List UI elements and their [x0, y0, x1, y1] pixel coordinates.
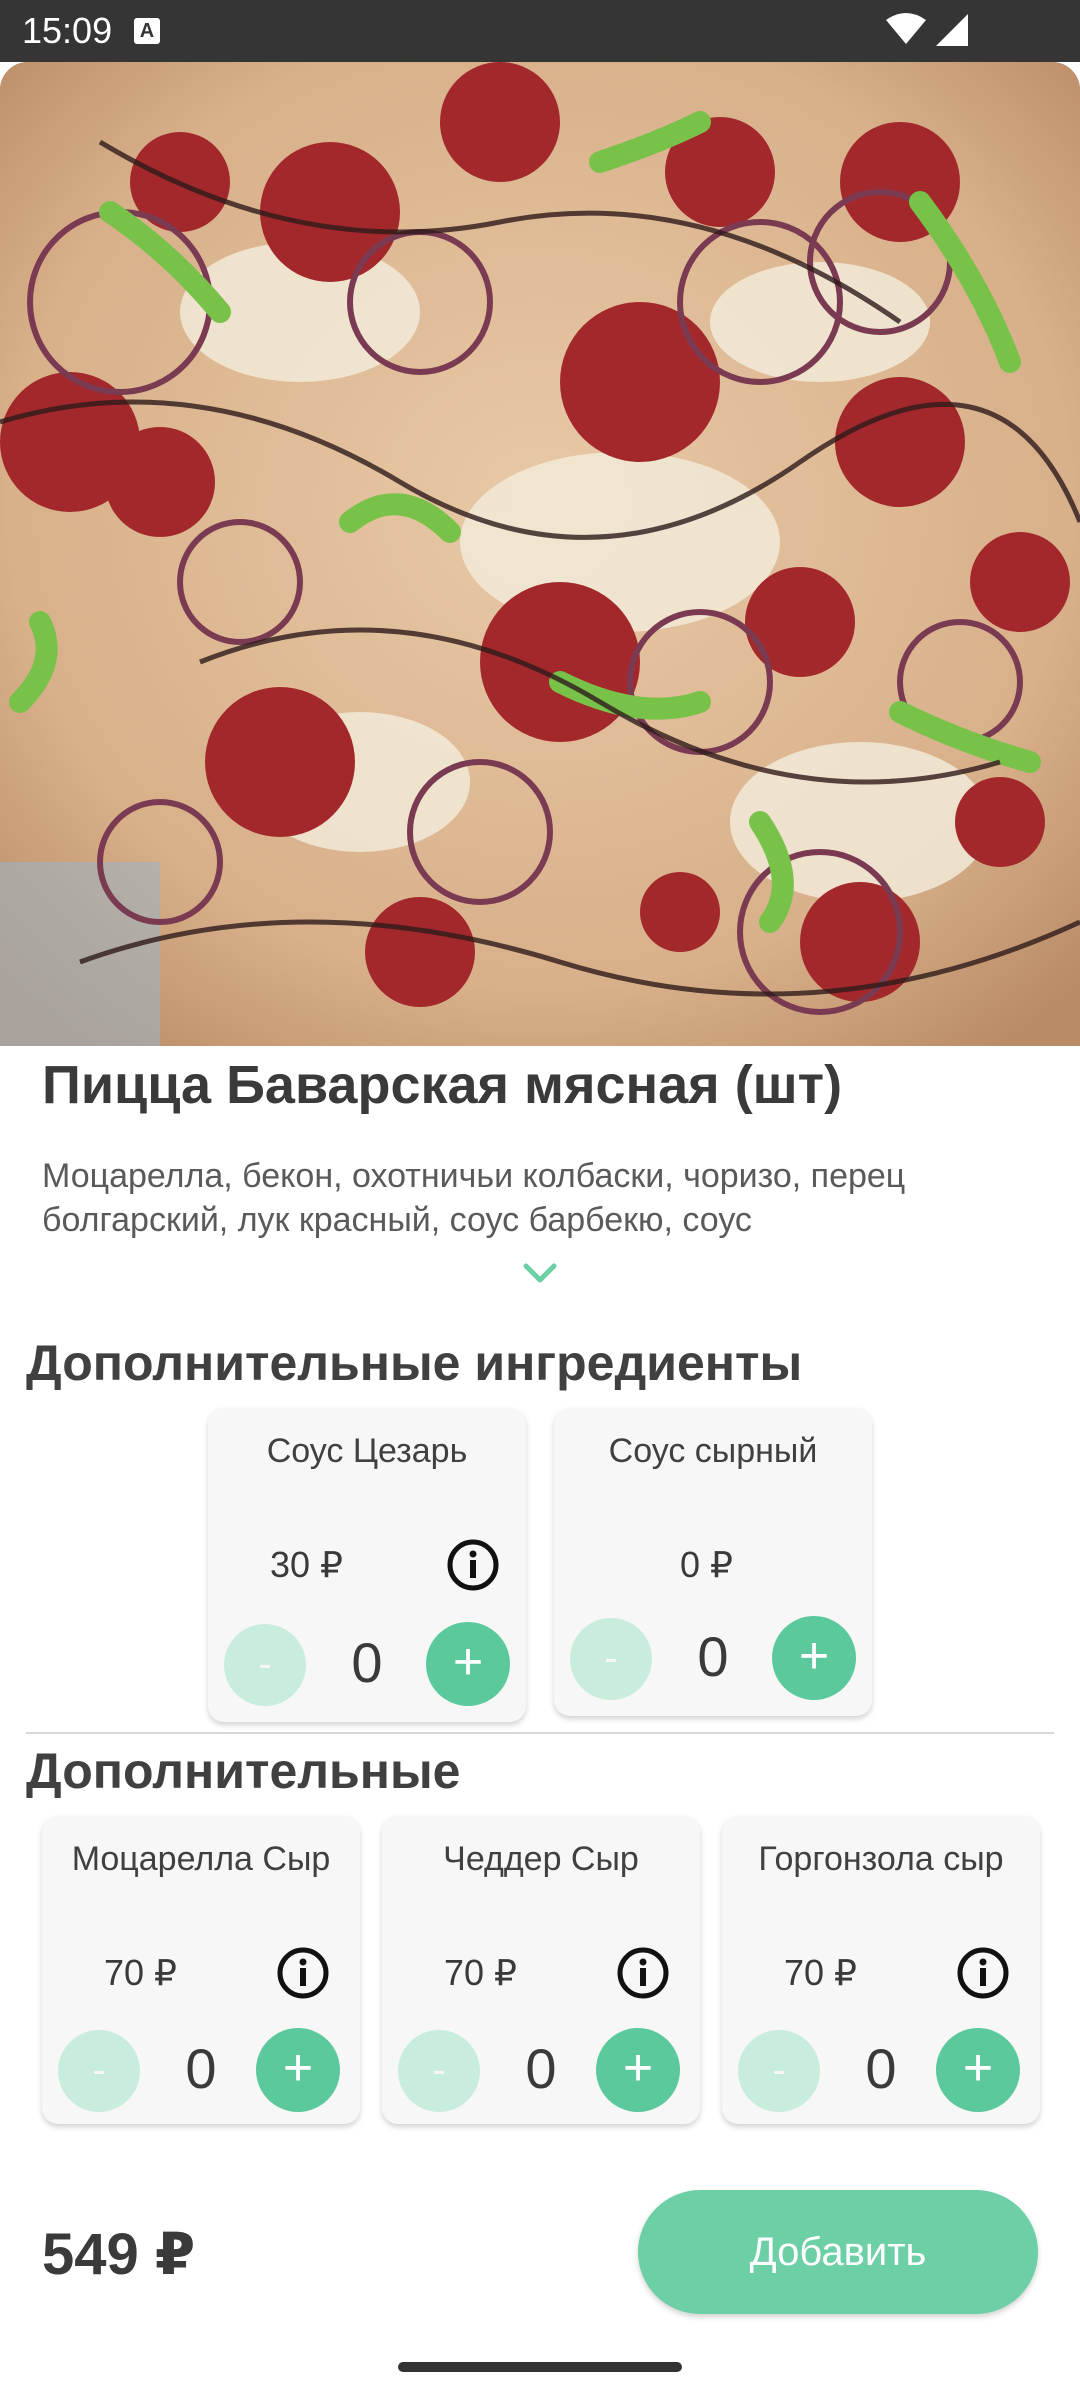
ingredient-price: 70 ₽	[784, 1952, 857, 1993]
pizza-illustration	[0, 62, 1080, 1046]
info-icon[interactable]	[276, 1946, 330, 2000]
quantity-value: 0	[525, 2037, 557, 2100]
ingredient-name: Горгонзола сыр	[758, 1840, 1004, 1878]
ingredient-name: Соус сырный	[608, 1432, 818, 1470]
section-title-extra-ingredients: Дополнительные ингредиенты	[26, 1335, 803, 1391]
section-divider	[26, 1732, 1054, 1734]
description-line: Моцарелла, бекон, охотничьи колбаски, чо…	[42, 1157, 906, 1195]
product-title: Пицца Баварская мясная (шт)	[42, 1055, 843, 1115]
description-line: болгарский, лук красный, соус барбекю, с…	[42, 1201, 752, 1239]
add-to-cart-button[interactable]: Добавить	[638, 2190, 1038, 2314]
notification-a-icon: A	[134, 18, 160, 44]
ingredient-price: 30 ₽	[270, 1544, 343, 1585]
product-description: Моцарелла, бекон, охотничьи колбаски, чо…	[42, 1154, 1042, 1242]
increment-button[interactable]: +	[426, 1622, 510, 1706]
info-icon[interactable]	[956, 1946, 1010, 2000]
increment-button[interactable]: +	[596, 2028, 680, 2112]
info-icon[interactable]	[616, 1946, 670, 2000]
ingredient-card: Горгонзола сыр 70 ₽ - 0 +	[722, 1816, 1040, 2124]
decrement-button[interactable]: -	[570, 1618, 652, 1700]
quantity-value: 0	[351, 1631, 383, 1694]
quantity-value: 0	[865, 2037, 897, 2100]
quantity-value: 0	[185, 2037, 217, 2100]
ingredient-card: Соус сырный 0 ₽ - 0 +	[554, 1408, 872, 1716]
increment-button[interactable]: +	[772, 1616, 856, 1700]
ingredient-price: 0 ₽	[680, 1544, 733, 1585]
ingredient-name: Соус Цезарь	[266, 1432, 468, 1470]
signal-icon	[936, 14, 968, 46]
ingredient-name: Моцарелла Сыр	[71, 1840, 331, 1878]
ingredient-name: Чеддер Сыр	[443, 1840, 639, 1878]
status-bar: 15:09 A	[0, 0, 1080, 62]
decrement-button[interactable]: -	[58, 2030, 140, 2112]
decrement-button[interactable]: -	[224, 1624, 306, 1706]
increment-button[interactable]: +	[936, 2028, 1020, 2112]
status-time: 15:09	[22, 10, 113, 51]
quantity-value: 0	[697, 1625, 729, 1688]
home-indicator[interactable]	[398, 2362, 682, 2372]
wifi-icon	[886, 13, 926, 44]
chevron-down-icon[interactable]	[520, 1262, 560, 1286]
decrement-button[interactable]: -	[398, 2030, 480, 2112]
decrement-button[interactable]: -	[738, 2030, 820, 2112]
section-title-additional: Дополнительные	[26, 1743, 461, 1799]
ingredient-card: Моцарелла Сыр 70 ₽ - 0 +	[42, 1816, 360, 2124]
ingredient-card: Чеддер Сыр 70 ₽ - 0 +	[382, 1816, 700, 2124]
total-price: 549 ₽	[42, 2222, 196, 2287]
increment-button[interactable]: +	[256, 2028, 340, 2112]
ingredient-price: 70 ₽	[104, 1952, 177, 1993]
ingredient-card: Соус Цезарь 30 ₽ - 0 +	[208, 1408, 526, 1722]
ingredient-price: 70 ₽	[444, 1952, 517, 1993]
info-icon[interactable]	[446, 1538, 500, 1592]
product-image	[0, 62, 1080, 1046]
